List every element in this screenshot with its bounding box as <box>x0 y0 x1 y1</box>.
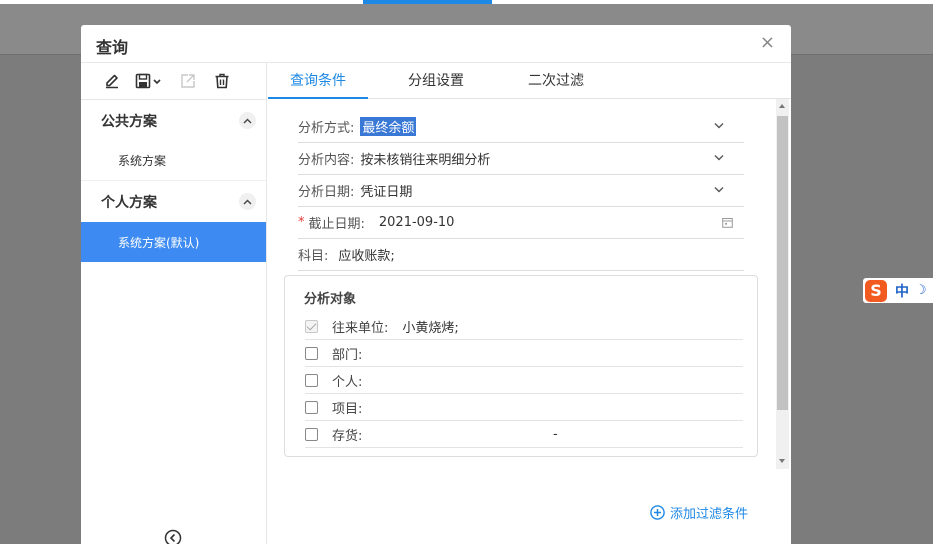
add-filter-button[interactable]: 添加过滤条件 <box>650 503 748 522</box>
query-form: 分析方式: 最终余额 分析内容: 按未核销往来明细分析 分析日期: 凭证日期 *… <box>268 99 791 469</box>
field-label: 分析日期: <box>298 185 355 200</box>
plan-item-label: 系统方案(默认) <box>118 235 200 250</box>
analysis-content-select[interactable]: 分析内容: 按未核销往来明细分析 <box>298 143 744 175</box>
object-label: 存货: <box>332 428 363 444</box>
group-label: 个人方案 <box>101 194 157 211</box>
scrollbar-thumb[interactable] <box>777 116 788 410</box>
object-label: 项目: <box>332 401 363 417</box>
group-personal-plans[interactable]: 个人方案 <box>81 181 266 222</box>
field-label: 科目: <box>298 249 329 264</box>
object-label: 往来单位: <box>332 320 389 336</box>
chevron-down-icon[interactable] <box>714 122 724 129</box>
analysis-mode-value[interactable]: 最终余额 <box>360 117 417 136</box>
main-panel: 查询条件 分组设置 二次过滤 分析方式: 最终余额 分析内容: 按未核销往来明细… <box>268 63 791 544</box>
plan-item-label: 系统方案 <box>118 154 167 168</box>
tab-secondary-filter[interactable]: 二次过滤 <box>506 63 606 99</box>
field-label: 分析方式: <box>298 121 355 136</box>
collapse-sidebar-icon[interactable] <box>164 529 182 544</box>
field-label: 分析内容: <box>298 153 355 168</box>
analysis-object-section: 分析对象 往来单位: 小黄烧烤; 部门: 个人: 项目: 存货: - <box>284 275 758 457</box>
group-public-plans[interactable]: 公共方案 <box>81 100 266 141</box>
group-label: 公共方案 <box>101 113 157 130</box>
ime-logo-icon: S <box>865 279 887 302</box>
checkbox[interactable] <box>305 319 318 333</box>
chevron-down-icon[interactable] <box>714 186 724 193</box>
moon-icon[interactable]: ☽ <box>915 283 927 298</box>
required-mark: * <box>298 215 305 230</box>
object-row-department[interactable]: 部门: <box>305 340 743 367</box>
plan-sidebar: 公共方案 系统方案 个人方案 系统方案(默认) <box>81 63 267 544</box>
object-row-partner[interactable]: 往来单位: 小黄烧烤; <box>305 313 743 340</box>
add-circle-icon <box>650 505 665 520</box>
field-label: 截止日期: <box>308 217 365 232</box>
cutoff-date-value[interactable]: 2021-09-10 <box>379 215 455 230</box>
analysis-date-select[interactable]: 分析日期: 凭证日期 <box>298 175 744 207</box>
export-icon[interactable] <box>177 70 199 92</box>
cutoff-date-field[interactable]: * 截止日期: 2021-09-10 <box>298 207 744 239</box>
tab-query-conditions[interactable]: 查询条件 <box>268 63 368 99</box>
checkbox[interactable] <box>305 400 318 414</box>
plan-item-system-default[interactable]: 系统方案(默认) <box>81 222 266 262</box>
object-row-project[interactable]: 项目: <box>305 394 743 421</box>
save-icon <box>135 73 151 89</box>
dialog-title: 查询 <box>96 38 129 57</box>
analysis-content-value[interactable]: 按未核销往来明细分析 <box>360 149 490 168</box>
tab-group-settings[interactable]: 分组设置 <box>386 63 486 99</box>
object-row-individual[interactable]: 个人: <box>305 367 743 394</box>
section-title: 分析对象 <box>304 292 357 307</box>
add-filter-label: 添加过滤条件 <box>670 507 749 522</box>
close-icon[interactable]: × <box>760 34 775 52</box>
save-button[interactable] <box>135 70 165 92</box>
edit-icon[interactable] <box>101 70 123 92</box>
chevron-up-icon[interactable] <box>239 112 256 129</box>
object-label: 个人: <box>332 374 363 390</box>
checkbox[interactable] <box>305 427 318 441</box>
scroll-up-arrow-icon[interactable] <box>779 104 785 108</box>
chevron-down-icon[interactable] <box>714 154 724 161</box>
subject-field[interactable]: 科目: 应收账款; <box>298 239 744 271</box>
ime-mode-toggle[interactable]: 中 <box>895 281 909 301</box>
query-dialog: 查询 × 公共方案 系统方案 个人方案 系统方案(默认) 查询条件 分组设置 二… <box>81 25 791 544</box>
plan-item-system[interactable]: 系统方案 <box>81 141 266 181</box>
analysis-date-value[interactable]: 凭证日期 <box>360 181 412 200</box>
plan-toolbar <box>81 63 266 100</box>
tab-bar: 查询条件 分组设置 二次过滤 <box>268 63 791 99</box>
calendar-icon[interactable] <box>722 217 733 228</box>
delete-icon[interactable] <box>211 70 233 92</box>
checkbox[interactable] <box>305 346 318 360</box>
chevron-up-icon[interactable] <box>239 193 256 210</box>
scroll-down-arrow-icon[interactable] <box>779 459 785 463</box>
object-row-inventory[interactable]: 存货: - <box>305 421 743 448</box>
checkbox[interactable] <box>305 373 318 387</box>
object-value: 小黄烧烤; <box>402 320 459 336</box>
subject-value[interactable]: 应收账款; <box>338 245 394 264</box>
form-scrollbar[interactable] <box>776 99 789 469</box>
top-active-indicator <box>363 0 492 4</box>
ime-toolbar[interactable]: S 中 ☽ <box>863 278 933 303</box>
object-label: 部门: <box>332 347 363 363</box>
analysis-mode-select[interactable]: 分析方式: 最终余额 <box>298 111 744 143</box>
dialog-header: 查询 × <box>81 25 791 63</box>
object-dash: - <box>553 426 558 442</box>
dropdown-arrow-icon <box>153 79 161 85</box>
